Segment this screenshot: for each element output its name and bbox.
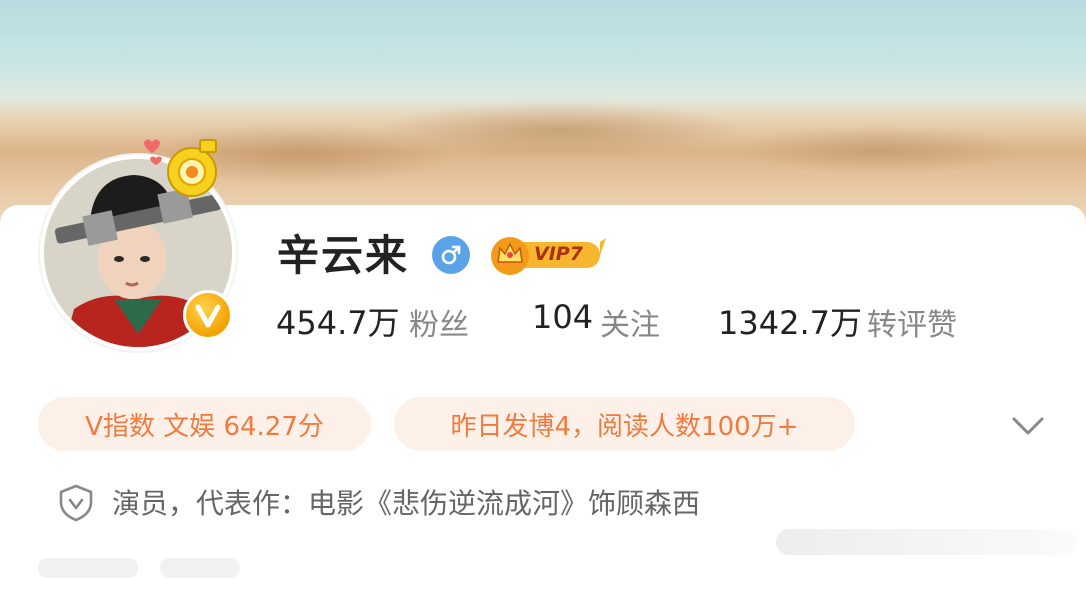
shield-icon — [59, 484, 93, 522]
v-index-text: V指数 文娱 64.27分 — [85, 411, 324, 442]
following-label[interactable]: 关注 — [600, 300, 660, 344]
watermark — [776, 529, 1076, 555]
v-index-pill[interactable]: V指数 文娱 64.27分 — [38, 397, 371, 451]
chevron-down-icon[interactable] — [1011, 410, 1045, 440]
bio-text: 演员，代表作：电影《悲伤逆流成河》饰顾森西 — [112, 487, 701, 520]
v-verified-icon — [183, 290, 233, 340]
posting-info-pill[interactable]: 昨日发博4，阅读人数100万+ — [394, 397, 855, 451]
profile-name: 辛云来 — [277, 231, 410, 280]
vip-label: VIP7 — [534, 243, 583, 265]
bottom-chip — [38, 558, 138, 578]
interactions-label: 转评赞 — [867, 308, 957, 343]
interactions-count: 1342.7万 — [718, 304, 862, 342]
vip-badge[interactable]: VIP7 — [490, 234, 606, 276]
camera-charm-icon — [144, 139, 217, 197]
followers-label[interactable]: 粉丝 — [409, 300, 469, 344]
male-icon — [432, 236, 470, 274]
bottom-chip — [160, 558, 240, 578]
following-count[interactable]: 104 — [532, 298, 593, 336]
followers-count[interactable]: 454.7万 — [276, 298, 400, 344]
posting-info-text: 昨日发博4，阅读人数100万+ — [450, 411, 799, 442]
